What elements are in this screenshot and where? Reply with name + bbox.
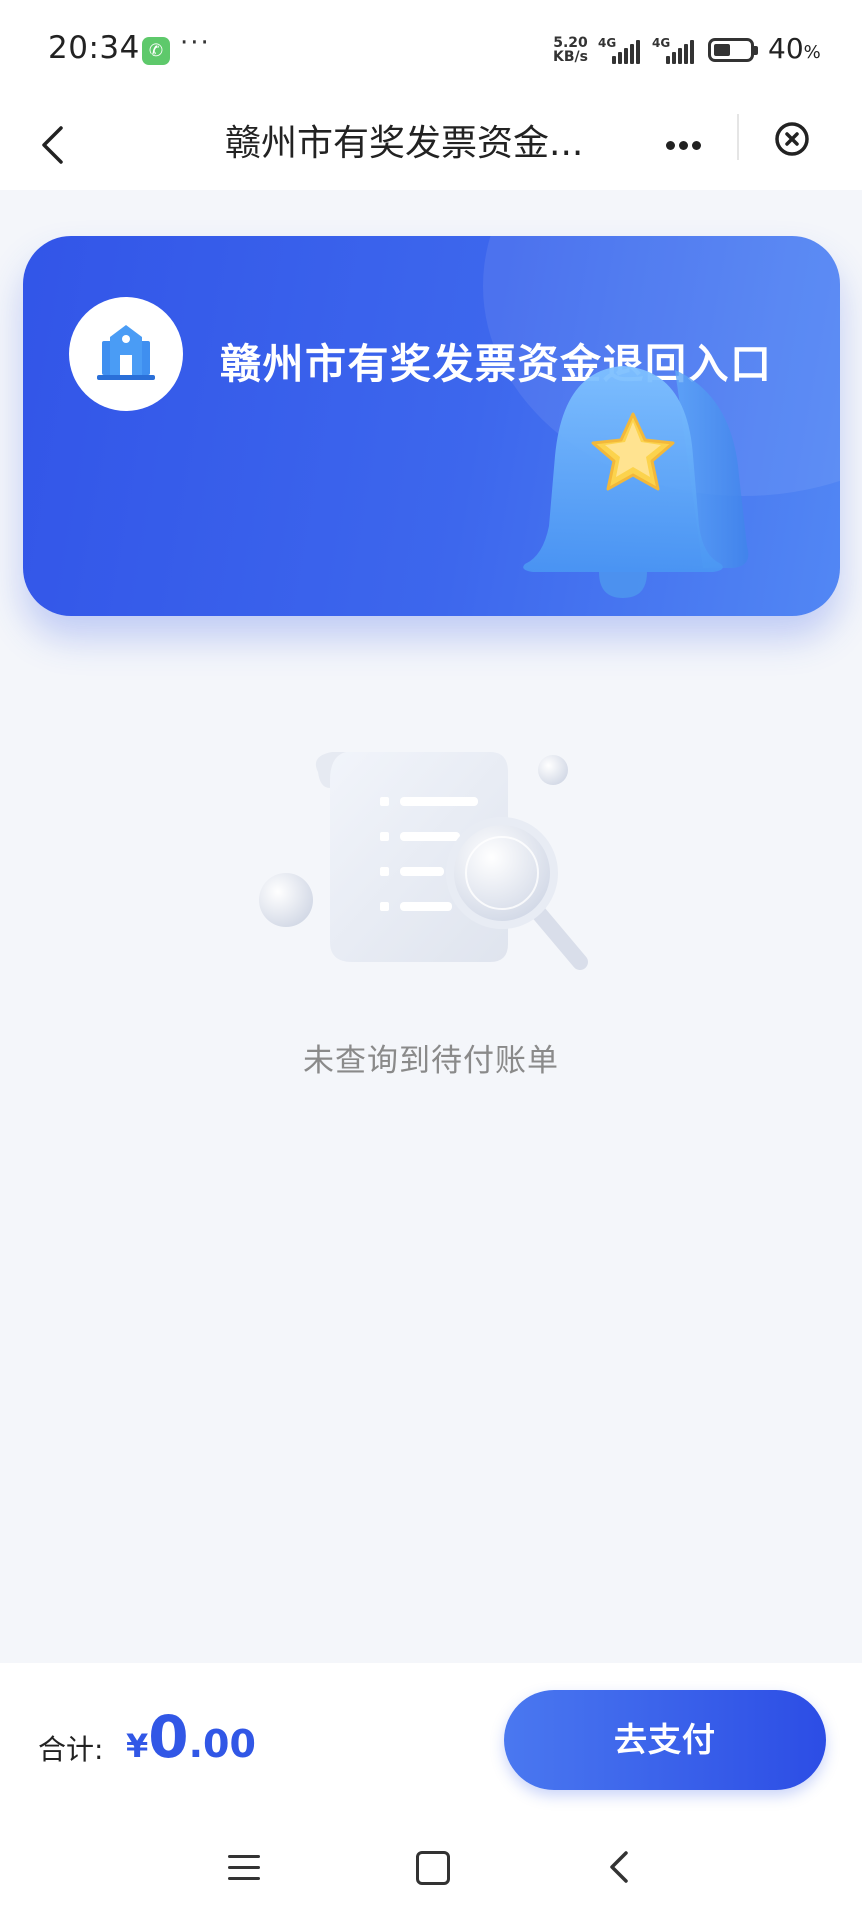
document-search-icon [250,740,610,980]
chevron-left-icon[interactable] [30,118,84,172]
signal-icon-sim2: 4G [652,36,696,64]
checkout-bar: 合计: ¥0.00 去支付 [0,1663,862,1813]
pay-button[interactable]: 去支付 [504,1690,826,1790]
system-nav-bar [0,1813,862,1920]
entry-banner: 赣州市有奖发票资金退回入口 [23,236,840,616]
amount-decimal: .00 [188,1722,256,1766]
amount-integer: 0 [148,1703,189,1771]
nav-bar: 赣州市有奖发票资金... [0,100,862,190]
home-square-icon[interactable] [416,1851,450,1885]
sim2-label: 4G [652,36,671,50]
bell-star-icon [503,356,783,616]
total-label: 合计: [38,1733,104,1766]
sim1-label: 4G [598,36,617,50]
signal-icon-sim1: 4G [598,36,642,64]
network-speed-unit: KB/s [553,49,588,65]
back-triangle-icon[interactable] [604,1849,634,1885]
total-amount: ¥0.00 [126,1703,256,1771]
page-title: 赣州市有奖发票资金... [225,123,584,164]
status-time: 20:34 [48,30,140,66]
empty-message: 未查询到待付账单 [303,1043,559,1079]
currency-symbol: ¥ [126,1727,149,1765]
building-icon [69,297,183,411]
status-more: ··· [180,28,211,58]
close-circle-icon[interactable] [770,117,814,161]
battery-icon [708,38,758,62]
battery-percent: 40% [768,32,821,65]
network-speed-value: 5.20 [553,35,588,51]
menu-icon[interactable] [228,1853,260,1883]
status-bar: 20:34 ✆ ··· 5.20 KB/s 4G 4G 40% [0,0,862,100]
network-speed: 5.20 KB/s [553,36,588,64]
nav-divider [737,114,739,160]
more-dots-icon[interactable] [658,128,708,162]
phone-icon: ✆ [142,37,170,65]
